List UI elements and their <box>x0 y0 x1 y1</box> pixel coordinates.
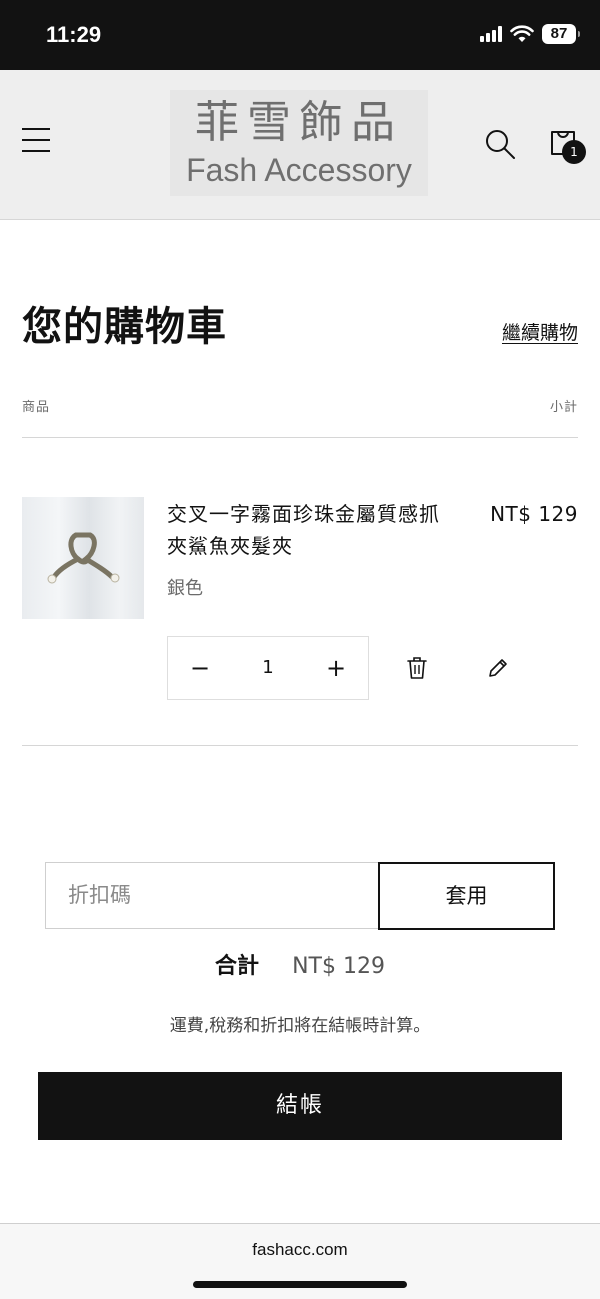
battery-level: 87 <box>550 25 568 42</box>
url-bar[interactable]: fashacc.com <box>0 1240 600 1260</box>
continue-shopping-link[interactable]: 繼續購物 <box>502 318 578 345</box>
wifi-icon <box>510 25 534 42</box>
site-header: 菲雪飾品 Fash Accessory 1 <box>0 70 600 220</box>
logo-english: Fash Accessory <box>186 152 412 188</box>
edit-icon[interactable] <box>486 656 510 680</box>
hair-clip-image <box>47 532 120 584</box>
cart-button[interactable]: 1 <box>548 128 588 168</box>
increase-quantity-button[interactable]: + <box>304 636 368 700</box>
checkout-button[interactable]: 結帳 <box>38 1072 562 1140</box>
logo-chinese: 菲雪飾品 <box>195 97 403 148</box>
logo[interactable]: 菲雪飾品 Fash Accessory <box>170 90 428 196</box>
discount-code-input[interactable]: 折扣碼 <box>45 862 379 929</box>
battery-icon: 87 <box>542 24 580 44</box>
status-time: 11:29 <box>46 22 102 47</box>
tax-note: 運費,稅務和折扣將在結帳時計算。 <box>169 1016 431 1036</box>
product-price: NT$ 129 <box>490 502 578 526</box>
product-name[interactable]: 交叉一字霧面珍珠金屬質感抓夾鯊魚夾髮夾 <box>167 498 447 562</box>
browser-bottom-bar: fashacc.com <box>0 1223 600 1299</box>
product-image[interactable] <box>22 497 144 619</box>
divider <box>22 437 578 438</box>
signal-icon <box>480 26 502 42</box>
page-title: 您的購物車 <box>22 304 227 350</box>
divider <box>22 745 578 746</box>
home-indicator[interactable] <box>193 1281 407 1288</box>
trash-icon[interactable] <box>405 655 429 681</box>
total-label: 合計 <box>215 954 260 979</box>
column-header-subtotal: 小計 <box>549 400 578 415</box>
quantity-stepper: − 1 + <box>167 636 369 700</box>
status-icons: 87 <box>480 24 580 44</box>
cart-total: 合計 NT$ 129 <box>0 948 600 980</box>
column-header-product: 商品 <box>22 400 51 415</box>
quantity-input[interactable]: 1 <box>232 648 304 688</box>
search-icon[interactable] <box>484 128 516 160</box>
total-value: NT$ 129 <box>292 954 385 979</box>
cart-count-badge: 1 <box>562 140 586 164</box>
product-variant: 銀色 <box>167 578 203 599</box>
status-bar: 11:29 87 <box>0 0 600 70</box>
menu-icon[interactable] <box>22 128 50 156</box>
apply-discount-button[interactable]: 套用 <box>378 862 555 930</box>
decrease-quantity-button[interactable]: − <box>168 636 232 700</box>
